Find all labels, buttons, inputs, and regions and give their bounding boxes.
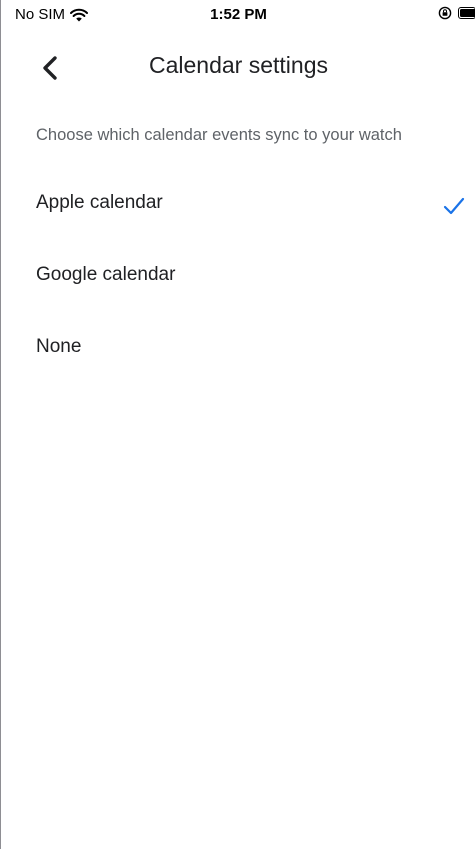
battery-icon — [458, 7, 475, 19]
option-label: Google calendar — [36, 264, 176, 285]
calendar-options-list: Apple calendar Google calendar None — [1, 168, 475, 384]
option-none[interactable]: None — [1, 312, 475, 384]
status-right — [438, 6, 475, 20]
option-google-calendar[interactable]: Google calendar — [1, 240, 475, 312]
option-apple-calendar[interactable]: Apple calendar — [1, 168, 475, 240]
status-time: 1:52 PM — [210, 6, 267, 23]
checkmark-icon — [442, 194, 466, 218]
nav-header: Calendar settings — [1, 40, 475, 96]
status-bar: No SIM 1:52 PM — [1, 0, 475, 28]
page-title: Calendar settings — [149, 52, 328, 78]
option-label: None — [36, 336, 82, 357]
rotation-lock-icon — [438, 6, 452, 20]
option-label: Apple calendar — [36, 192, 163, 213]
section-subtitle: Choose which calendar events sync to you… — [36, 126, 402, 144]
app-screen: No SIM 1:52 PM Calendar settings Choose … — [0, 0, 475, 849]
